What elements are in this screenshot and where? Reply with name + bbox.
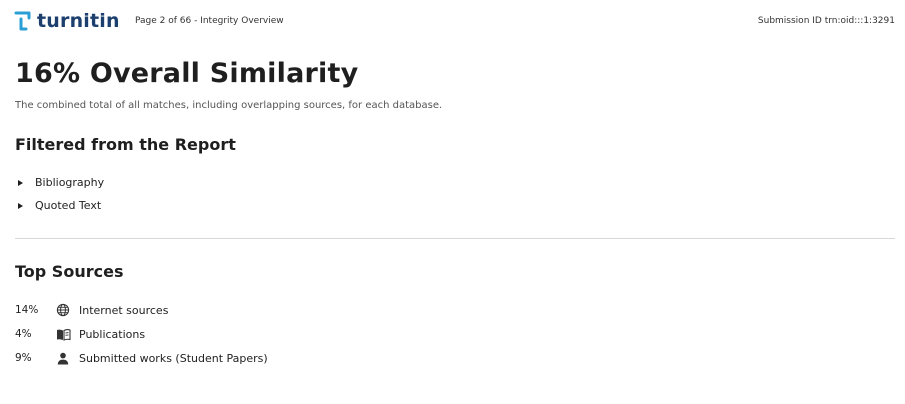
book-icon <box>55 326 71 342</box>
source-percent: 9% <box>15 352 32 364</box>
source-row-publications: 4% Publications <box>15 322 268 346</box>
source-label: Internet sources <box>79 303 169 317</box>
filter-item-bibliography: Bibliography <box>18 171 104 194</box>
source-percent: 4% <box>15 328 32 340</box>
filter-item-label: Bibliography <box>35 176 105 189</box>
bullet-triangle-icon <box>18 202 23 209</box>
source-row-internet: 14% Internet sources <box>15 298 268 322</box>
section-divider <box>15 238 895 239</box>
page-indicator: Page 2 of 66 - Integrity Overview <box>135 16 284 26</box>
turnitin-logo: turnitin <box>14 8 120 34</box>
top-sources-list: 14% Internet sources 4% Publications 9% <box>15 298 268 370</box>
page-title: 16% Overall Similarity <box>15 58 359 89</box>
filter-item-label: Quoted Text <box>35 199 102 212</box>
page-subtitle: The combined total of all matches, inclu… <box>15 100 443 111</box>
logo-wordmark: turnitin <box>37 10 120 32</box>
person-icon <box>55 350 71 366</box>
turnitin-logo-icon <box>14 11 31 31</box>
filter-item-quoted-text: Quoted Text <box>18 194 104 217</box>
source-label: Submitted works (Student Papers) <box>79 351 268 365</box>
source-percent: 14% <box>15 304 39 316</box>
globe-icon <box>55 302 71 318</box>
page-header: turnitin Page 2 of 66 - Integrity Overvi… <box>14 8 895 34</box>
bullet-triangle-icon <box>18 179 23 186</box>
filter-list: Bibliography Quoted Text <box>18 171 104 217</box>
filtered-heading: Filtered from the Report <box>15 135 236 154</box>
source-label: Publications <box>79 327 146 341</box>
source-row-submitted-works: 9% Submitted works (Student Papers) <box>15 346 268 370</box>
top-sources-heading: Top Sources <box>15 262 124 281</box>
submission-id: Submission ID trn:oid:::1:3291 <box>757 16 895 26</box>
